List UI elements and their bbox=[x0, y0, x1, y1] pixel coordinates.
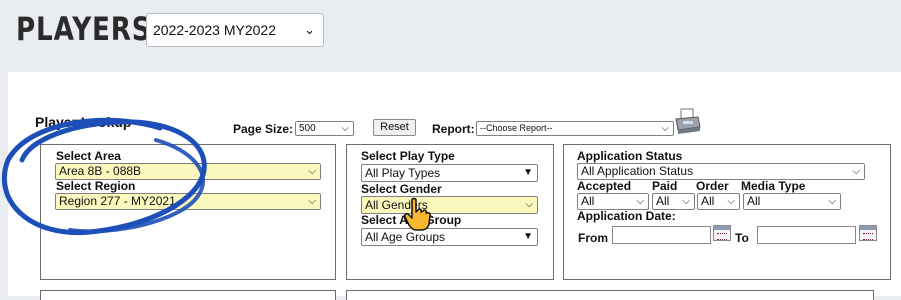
order-value: All bbox=[701, 194, 715, 208]
page-title: PLAYERS bbox=[16, 10, 152, 48]
chevron-down-icon: ⌵ bbox=[661, 123, 669, 134]
report-value: --Choose Report-- bbox=[480, 123, 553, 133]
to-label: To bbox=[735, 231, 749, 245]
calendar-icon[interactable] bbox=[713, 225, 731, 241]
hand-cursor-icon bbox=[404, 197, 432, 233]
chevron-down-icon: ⌵ bbox=[828, 196, 836, 207]
gender-select[interactable]: All Genders ⌵ bbox=[361, 196, 538, 214]
accepted-select[interactable]: All ⌵ bbox=[577, 193, 649, 210]
chevron-down-icon: ⌵ bbox=[525, 199, 533, 210]
page-size-label: Page Size: bbox=[233, 122, 294, 136]
media-type-select[interactable]: All ⌵ bbox=[743, 193, 841, 210]
chevron-down-icon: ⌵ bbox=[308, 166, 316, 177]
chevron-down-icon: ⌵ bbox=[682, 196, 690, 207]
paid-label: Paid bbox=[652, 179, 678, 193]
reset-button[interactable]: Reset bbox=[373, 119, 416, 136]
paid-select[interactable]: All ⌵ bbox=[652, 193, 695, 210]
order-label: Order bbox=[696, 179, 729, 193]
application-status-select[interactable]: All Application Status ⌵ bbox=[577, 163, 865, 180]
to-date-input[interactable] bbox=[757, 226, 856, 244]
from-label: From bbox=[578, 231, 608, 245]
select-gender-label: Select Gender bbox=[361, 182, 442, 196]
select-play-type-label: Select Play Type bbox=[361, 149, 455, 163]
chevron-down-icon: ⌵ bbox=[727, 196, 735, 207]
paid-value: All bbox=[656, 194, 670, 208]
media-type-value: All bbox=[747, 194, 761, 208]
lower-box-left bbox=[40, 290, 336, 300]
page-size-select[interactable]: 500 ⌵ bbox=[295, 121, 354, 136]
lower-box-right bbox=[346, 290, 874, 300]
from-date-input[interactable] bbox=[612, 226, 711, 244]
player-lookup-title: Player Lookup bbox=[35, 114, 132, 130]
chevron-down-icon: ⌄ bbox=[304, 22, 315, 37]
report-select[interactable]: --Choose Report-- ⌵ bbox=[476, 121, 674, 136]
season-select[interactable]: 2022-2023 MY2022 ⌄ bbox=[146, 13, 324, 47]
page-size-value: 500 bbox=[299, 123, 316, 134]
play-type-value: All Play Types bbox=[365, 166, 441, 180]
area-select-value: Area 8B - 088B bbox=[59, 164, 142, 178]
chevron-down-icon: ⌵ bbox=[308, 196, 316, 207]
region-select[interactable]: Region 277 - MY2021 ⌵ bbox=[55, 193, 321, 210]
application-status-value: All Application Status bbox=[581, 164, 694, 178]
region-select-value: Region 277 - MY2021 bbox=[59, 194, 176, 208]
chevron-down-icon: ▼ bbox=[523, 231, 533, 242]
application-date-label: Application Date: bbox=[577, 209, 676, 223]
chevron-down-icon: ▼ bbox=[523, 167, 533, 178]
order-select[interactable]: All ⌵ bbox=[697, 193, 740, 210]
season-select-value: 2022-2023 MY2022 bbox=[153, 22, 276, 38]
select-region-label: Select Region bbox=[56, 179, 136, 193]
media-type-label: Media Type bbox=[741, 179, 806, 193]
select-area-label: Select Area bbox=[56, 149, 121, 163]
report-label: Report: bbox=[432, 122, 475, 136]
area-select[interactable]: Area 8B - 088B ⌵ bbox=[55, 163, 321, 180]
calendar-icon[interactable] bbox=[859, 225, 877, 241]
chevron-down-icon: ⌵ bbox=[636, 196, 644, 207]
chevron-down-icon: ⌵ bbox=[852, 166, 860, 177]
accepted-value: All bbox=[581, 194, 595, 208]
printer-icon[interactable] bbox=[673, 107, 701, 135]
play-type-select[interactable]: All Play Types ▼ bbox=[361, 164, 538, 182]
chevron-down-icon: ⌵ bbox=[341, 123, 349, 134]
application-status-label: Application Status bbox=[577, 149, 683, 163]
age-group-select[interactable]: All Age Groups ▼ bbox=[361, 228, 538, 246]
accepted-label: Accepted bbox=[577, 179, 632, 193]
